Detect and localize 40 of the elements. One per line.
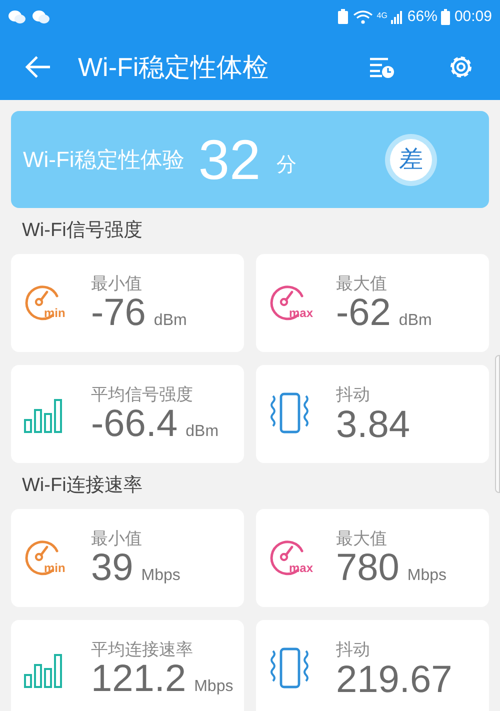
wifi-icon	[352, 10, 373, 24]
section-title: Wi-Fi连接速率	[21, 474, 144, 498]
metric-unit: dBm	[154, 311, 187, 332]
history-button[interactable]	[368, 55, 396, 79]
score-unit: 分	[276, 152, 297, 178]
cell-signal-icon	[391, 10, 404, 24]
metric-label: 平均信号强度	[91, 384, 194, 406]
score-label: Wi-Fi稳定性体验	[23, 146, 184, 174]
chat-app-icon	[8, 10, 26, 24]
metric-unit: Mbps	[141, 566, 180, 586]
metric-value: -76	[91, 294, 146, 332]
metric-value: 39	[91, 549, 134, 588]
chat-app-icon	[32, 10, 50, 24]
battery-percentage: 66%	[407, 6, 438, 27]
metric-label: 抖动	[336, 639, 371, 661]
metric-label: 最小值	[91, 528, 143, 550]
network-type-label: 4G	[376, 12, 388, 20]
metric-unit: Mbps	[407, 566, 447, 586]
clock-time: 00:09	[454, 6, 492, 27]
metric-label: 平均连接速率	[91, 638, 194, 660]
metric-unit: Mbps	[194, 677, 234, 698]
battery-saver-icon	[336, 9, 349, 25]
metric-value: 780	[336, 549, 400, 588]
metric-label: 抖动	[336, 384, 371, 406]
metric-label: 最小值	[91, 272, 143, 294]
metric-value: -62	[336, 294, 391, 332]
page-title: Wi-Fi稳定性体检	[78, 50, 270, 84]
metric-unit: dBm	[186, 422, 219, 442]
score-value: 32	[198, 132, 261, 188]
metric-value: 3.84	[336, 406, 410, 444]
battery-icon	[441, 9, 450, 25]
metric-label: 最大值	[336, 272, 388, 294]
metric-value: -66.4	[91, 405, 178, 444]
metric-unit: dBm	[398, 311, 432, 332]
grade-badge: 差	[385, 134, 437, 186]
section-title: Wi-Fi信号强度	[21, 218, 144, 243]
metric-value: 219.67	[336, 660, 452, 699]
back-button[interactable]	[24, 55, 52, 79]
metric-value: 121.2	[91, 660, 186, 698]
metric-label: 最大值	[336, 528, 388, 550]
